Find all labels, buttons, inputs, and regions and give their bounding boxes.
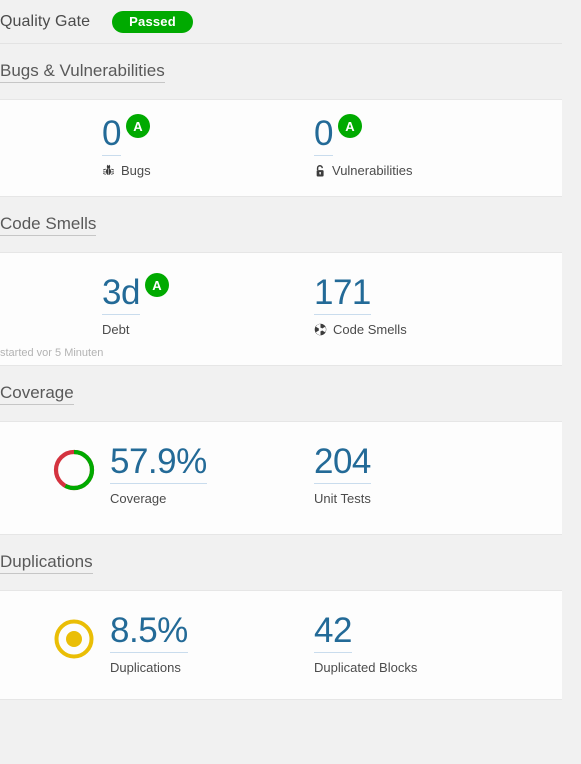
rating-badge-bugs[interactable]: A [125,114,150,138]
measure-label-unit-tests: Unit Tests [314,491,371,506]
measure-value-duplications[interactable]: 8.5% [110,613,188,653]
section-header-duplications: Duplications [0,535,562,591]
measure-value-coverage[interactable]: 57.9% [110,444,207,484]
duplications-indicator-icon [52,617,96,666]
measure-duplications: 8.5% Duplications [52,613,188,675]
section-header-code-smells: Code Smells [0,197,562,253]
section-panel-duplications: 8.5% Duplications 42 Duplicated Blocks [0,591,562,700]
rating-badge-debt[interactable]: A [144,273,169,297]
measure-label-debt: Debt [102,322,169,337]
measure-value-bugs[interactable]: 0 [102,116,121,156]
open-padlock-icon [314,164,326,178]
measure-label-code-smells: Code Smells [314,322,407,337]
measure-value-unit-tests[interactable]: 204 [314,444,371,484]
measure-label-text-duplications: Duplications [110,660,181,675]
measure-label-coverage: Coverage [110,491,207,506]
measure-label-text-debt: Debt [102,322,130,337]
measure-label-duplicated-blocks: Duplicated Blocks [314,660,417,675]
analysis-started-note: started vor 5 Minuten [0,347,104,359]
quality-gate-header: Quality Gate Passed [0,0,562,44]
code-smell-icon [314,323,327,336]
measure-label-duplications: Duplications [110,660,188,675]
measure-value-code-smells[interactable]: 171 [314,275,371,315]
measure-value-debt[interactable]: 3d [102,275,140,315]
section-title-link-bugs-vulnerabilities[interactable]: Bugs & Vulnerabilities [0,61,165,83]
section-panel-coverage: 57.9% Coverage 204 Unit Tests [0,422,562,535]
bug-icon [102,164,115,177]
quality-gate-status-badge: Passed [112,10,193,33]
project-overview-page: Quality Gate Passed Bugs & Vulnerabiliti… [0,0,581,764]
measure-label-text-bugs: Bugs [121,163,151,178]
section-panel-code-smells: 3d A Debt 171 Code Smells started vor 5 Minut… [0,253,562,366]
section-title-link-duplications[interactable]: Duplications [0,552,93,574]
sections-container: Bugs & Vulnerabilities 0 A Bugs 0 A Vulnerabil… [0,44,562,700]
measure-label-bugs: Bugs [102,163,151,178]
measure-label-vulnerabilities: Vulnerabilities [314,163,412,178]
measure-label-text-duplicated-blocks: Duplicated Blocks [314,660,418,675]
rating-badge-vulnerabilities[interactable]: A [337,114,362,138]
measure-debt: 3d A Debt [102,273,169,337]
section-panel-bugs-vulnerabilities: 0 A Bugs 0 A Vulnerabilities [0,100,562,197]
measure-vulnerabilities: 0 A Vulnerabilities [314,114,412,178]
measure-duplicated-blocks: 42 Duplicated Blocks [314,613,417,675]
measure-code-smells: 171 Code Smells [314,275,407,337]
measure-value-vulnerabilities[interactable]: 0 [314,116,333,156]
bottom-spacer [0,700,562,764]
measure-label-text-unit-tests: Unit Tests [314,491,371,506]
measure-label-text-vulnerabilities: Vulnerabilities [332,163,413,178]
section-header-coverage: Coverage [0,366,562,422]
section-title-link-code-smells[interactable]: Code Smells [0,214,97,236]
measure-coverage: 57.9% Coverage [52,444,207,506]
quality-gate-title: Quality Gate [0,12,91,30]
section-title-link-coverage[interactable]: Coverage [0,383,74,405]
section-header-bugs-vulnerabilities: Bugs & Vulnerabilities [0,44,562,100]
measure-label-text-coverage: Coverage [110,491,167,506]
measure-label-text-code-smells: Code Smells [333,322,407,337]
measure-value-duplicated-blocks[interactable]: 42 [314,613,352,653]
measure-unit-tests: 204 Unit Tests [314,444,371,506]
overview-content: Quality Gate Passed Bugs & Vulnerabiliti… [0,0,562,764]
measure-bugs: 0 A Bugs [102,114,151,178]
coverage-donut-icon [52,448,96,497]
